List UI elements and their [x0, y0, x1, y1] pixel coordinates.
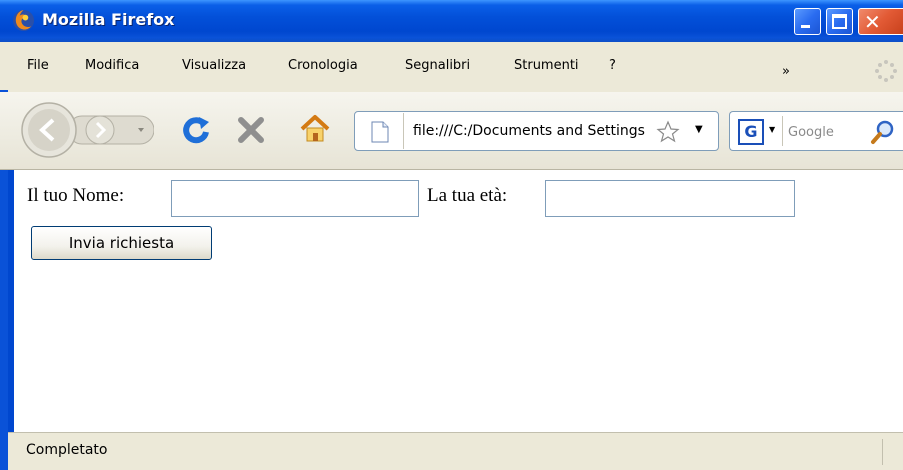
menu-segnalibri[interactable]: Segnalibri: [405, 58, 470, 73]
minimize-icon: [801, 25, 810, 28]
forward-button[interactable]: [85, 115, 115, 145]
name-label: Il tuo Nome:: [27, 185, 125, 206]
menu-items: File Modifica Visualizza Cronologia Segn…: [12, 58, 903, 84]
window-title: Mozilla Firefox: [42, 10, 175, 29]
name-field[interactable]: [171, 180, 419, 217]
menu-cronologia[interactable]: Cronologia: [288, 58, 358, 73]
stop-icon: [238, 117, 264, 143]
home-icon: [300, 115, 330, 142]
search-input[interactable]: [788, 123, 866, 141]
status-divider: [882, 439, 883, 465]
title-bar[interactable]: Mozilla Firefox ✕: [0, 0, 903, 42]
age-label: La tua età:: [427, 185, 508, 206]
menu-visualizza[interactable]: Visualizza: [182, 58, 246, 73]
throbber-icon: [875, 60, 897, 82]
search-icon[interactable]: [870, 119, 896, 145]
menu-file[interactable]: File: [27, 58, 49, 73]
google-icon[interactable]: G: [738, 119, 764, 145]
browser-window: Mozilla Firefox ✕ File Modifica Visualiz…: [0, 0, 903, 470]
maximize-icon: [832, 14, 847, 29]
reload-icon: [183, 117, 209, 144]
minimize-button[interactable]: [794, 8, 821, 35]
star-icon[interactable]: [655, 119, 681, 145]
menu-help[interactable]: ?: [609, 58, 616, 73]
status-text: Completato: [26, 442, 108, 458]
age-field[interactable]: [545, 180, 795, 217]
close-button[interactable]: ✕: [858, 8, 903, 35]
close-icon: ✕: [864, 10, 881, 34]
menu-overflow-chevron[interactable]: »: [782, 64, 790, 79]
search-bar: G ▼: [729, 111, 903, 151]
home-button[interactable]: [298, 112, 332, 146]
menu-modifica[interactable]: Modifica: [85, 58, 139, 73]
page-icon: [371, 121, 389, 143]
search-separator: [782, 116, 783, 146]
firefox-icon: [12, 9, 35, 32]
submit-button[interactable]: Invia richiesta: [31, 226, 212, 260]
maximize-button[interactable]: [826, 8, 853, 35]
address-bar[interactable]: file:///C:/Documents and Settings ▼: [354, 111, 719, 151]
search-engine-dropdown-icon[interactable]: ▼: [769, 125, 775, 134]
url-text[interactable]: file:///C:/Documents and Settings: [413, 123, 651, 139]
address-separator: [403, 113, 404, 149]
url-dropdown-icon[interactable]: ▼: [695, 124, 703, 135]
reload-button[interactable]: [180, 114, 212, 146]
status-bar: Completato: [8, 432, 903, 470]
menu-strumenti[interactable]: Strumenti: [514, 58, 579, 73]
back-forward-group: [21, 102, 154, 158]
stop-button[interactable]: [237, 116, 265, 144]
back-button[interactable]: [21, 102, 77, 158]
